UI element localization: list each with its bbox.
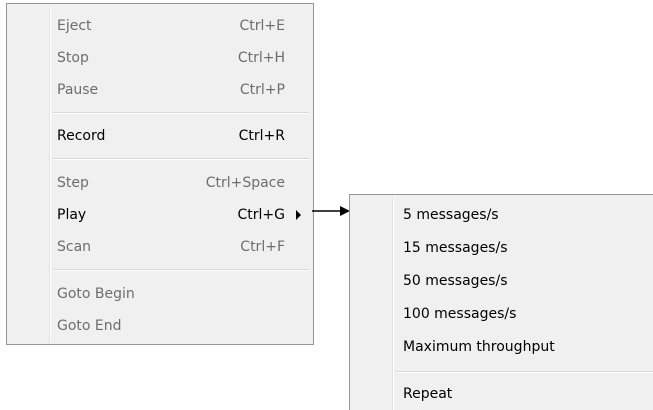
submenu-separator	[396, 371, 653, 373]
submenu-item-repeat[interactable]: Repeat	[403, 378, 648, 410]
menu-item-eject[interactable]: Eject Ctrl+E	[57, 10, 285, 42]
menu-item-pause[interactable]: Pause Ctrl+P	[57, 74, 285, 106]
playback-context-menu: Eject Ctrl+E Stop Ctrl+H Pause Ctrl+P Re…	[6, 3, 314, 345]
menu-item-label: Record	[57, 128, 106, 144]
menu-item-shortcut: Ctrl+R	[238, 128, 285, 144]
play-speed-submenu: 5 messages/s 15 messages/s 50 messages/s…	[349, 194, 653, 410]
menu-item-goto-end[interactable]: Goto End	[57, 310, 285, 342]
menu-icon-gutter	[49, 6, 51, 342]
menu-item-shortcut: Ctrl+H	[237, 50, 285, 66]
menu-item-goto-begin[interactable]: Goto Begin	[57, 278, 285, 310]
menu-item-shortcut: Ctrl+G	[237, 207, 286, 223]
submenu-item-5-messages[interactable]: 5 messages/s	[403, 199, 648, 231]
menu-item-record[interactable]: Record Ctrl+R	[57, 120, 285, 152]
menu-item-label: Stop	[57, 50, 89, 66]
menu-item-shortcut: Ctrl+E	[239, 18, 286, 34]
menu-separator	[53, 112, 309, 114]
connector-arrow-icon	[312, 206, 350, 216]
submenu-item-15-messages[interactable]: 15 messages/s	[403, 232, 648, 264]
submenu-item-100-messages[interactable]: 100 messages/s	[403, 298, 648, 330]
menu-item-step[interactable]: Step Ctrl+Space	[57, 167, 285, 199]
submenu-item-label: 100 messages/s	[403, 306, 517, 322]
menu-item-scan[interactable]: Scan Ctrl+F	[57, 231, 285, 263]
submenu-item-label: 5 messages/s	[403, 207, 499, 223]
menu-item-shortcut: Ctrl+Space	[205, 175, 285, 191]
menu-item-shortcut: Ctrl+F	[240, 239, 285, 255]
submenu-arrow-icon	[296, 210, 301, 220]
submenu-item-label: Maximum throughput	[403, 339, 555, 355]
submenu-item-50-messages[interactable]: 50 messages/s	[403, 265, 648, 297]
screenshot-stage: Eject Ctrl+E Stop Ctrl+H Pause Ctrl+P Re…	[0, 0, 653, 410]
submenu-item-label: 15 messages/s	[403, 240, 508, 256]
menu-item-label: Play	[57, 207, 87, 223]
submenu-item-label: Repeat	[403, 386, 453, 402]
menu-separator	[53, 158, 309, 160]
menu-item-label: Step	[57, 175, 89, 191]
menu-item-shortcut: Ctrl+P	[239, 82, 285, 98]
menu-item-label: Goto End	[57, 318, 122, 334]
menu-item-stop[interactable]: Stop Ctrl+H	[57, 42, 285, 74]
menu-item-play[interactable]: Play Ctrl+G	[57, 199, 301, 231]
menu-item-label: Scan	[57, 239, 92, 255]
menu-item-label: Pause	[57, 82, 99, 98]
submenu-item-maximum-throughput[interactable]: Maximum throughput	[403, 331, 648, 363]
menu-separator	[53, 269, 309, 271]
submenu-item-label: 50 messages/s	[403, 273, 508, 289]
menu-item-label: Eject	[57, 18, 92, 34]
menu-item-label: Goto Begin	[57, 286, 135, 302]
submenu-icon-gutter	[392, 197, 394, 410]
